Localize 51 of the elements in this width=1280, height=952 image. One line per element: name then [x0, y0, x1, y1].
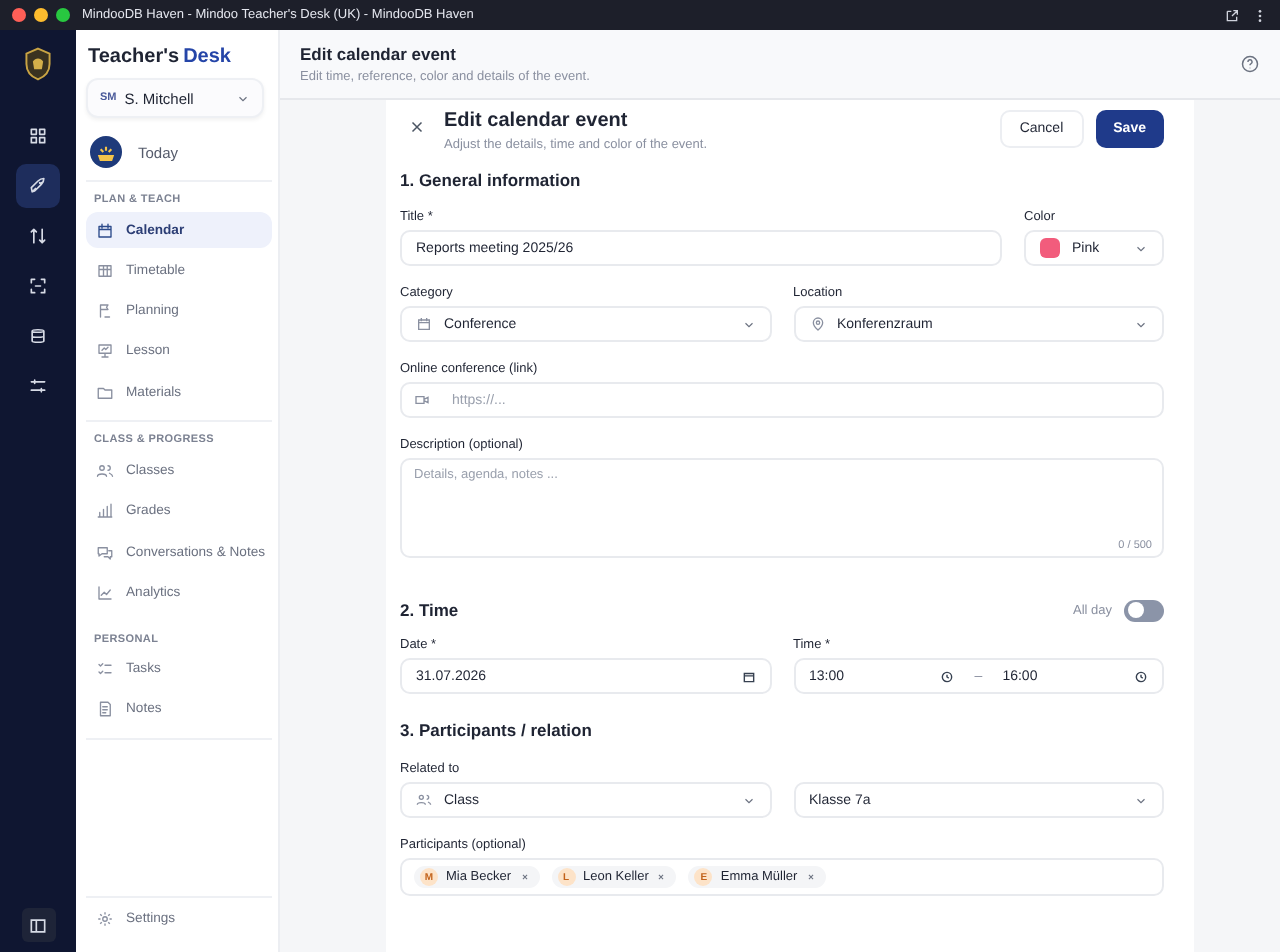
app-name: Teacher's	[88, 46, 180, 68]
calendar-icon	[741, 669, 755, 683]
line-chart-icon	[96, 583, 114, 602]
sliders-icon	[28, 376, 48, 396]
remove-icon[interactable]	[656, 872, 667, 882]
sidebar-toggle-button[interactable]	[21, 908, 55, 942]
close-icon[interactable]	[408, 118, 426, 136]
table-icon	[96, 261, 114, 280]
chevron-down-icon	[236, 91, 250, 105]
people-icon	[416, 792, 432, 808]
chevron-down-icon	[1134, 793, 1148, 807]
scan-icon	[28, 276, 48, 296]
maximize-window-button[interactable]	[56, 8, 70, 22]
app-name-accent: Desk	[183, 46, 231, 68]
video-camera-icon	[414, 392, 430, 408]
section-heading: 1. General information	[400, 170, 583, 190]
minimize-window-button[interactable]	[34, 8, 48, 22]
presentation-icon	[96, 342, 114, 361]
page-title: Edit calendar event	[300, 44, 458, 64]
clock-icon	[1134, 669, 1148, 683]
sidebar-icon	[28, 915, 48, 935]
settings-icon	[96, 909, 114, 928]
external-window-icon[interactable]	[1224, 7, 1240, 23]
remove-icon[interactable]	[519, 872, 530, 882]
bar-chart-icon	[96, 502, 114, 521]
help-icon[interactable]	[1240, 54, 1260, 74]
calendar-icon	[416, 316, 432, 332]
chat-icon	[96, 543, 114, 562]
checklist-icon	[96, 660, 114, 679]
close-window-button[interactable]	[12, 8, 26, 22]
folder-icon	[96, 383, 114, 402]
database-icon	[28, 326, 48, 346]
clock-icon	[940, 669, 955, 683]
all-day-toggle[interactable]	[1124, 599, 1164, 621]
chevron-down-icon	[1134, 241, 1148, 255]
people-icon	[96, 461, 114, 480]
chevron-down-icon	[1134, 317, 1148, 331]
chevron-down-icon	[741, 793, 755, 807]
calendar-icon	[96, 221, 114, 239]
map-pin-icon	[809, 316, 825, 332]
arrows-icon	[28, 226, 48, 246]
flag-icon	[96, 302, 114, 321]
grid-icon	[28, 126, 48, 146]
notepad-icon	[96, 700, 114, 719]
section-heading: 2. Time	[400, 600, 461, 620]
section-heading: 3. Participants / relation	[400, 720, 594, 740]
shield-logo-icon	[22, 46, 54, 82]
dialog-title: Edit calendar event	[444, 110, 630, 132]
sun-avatar-icon	[90, 136, 122, 168]
chevron-down-icon	[741, 317, 755, 331]
remove-icon[interactable]	[805, 872, 816, 882]
